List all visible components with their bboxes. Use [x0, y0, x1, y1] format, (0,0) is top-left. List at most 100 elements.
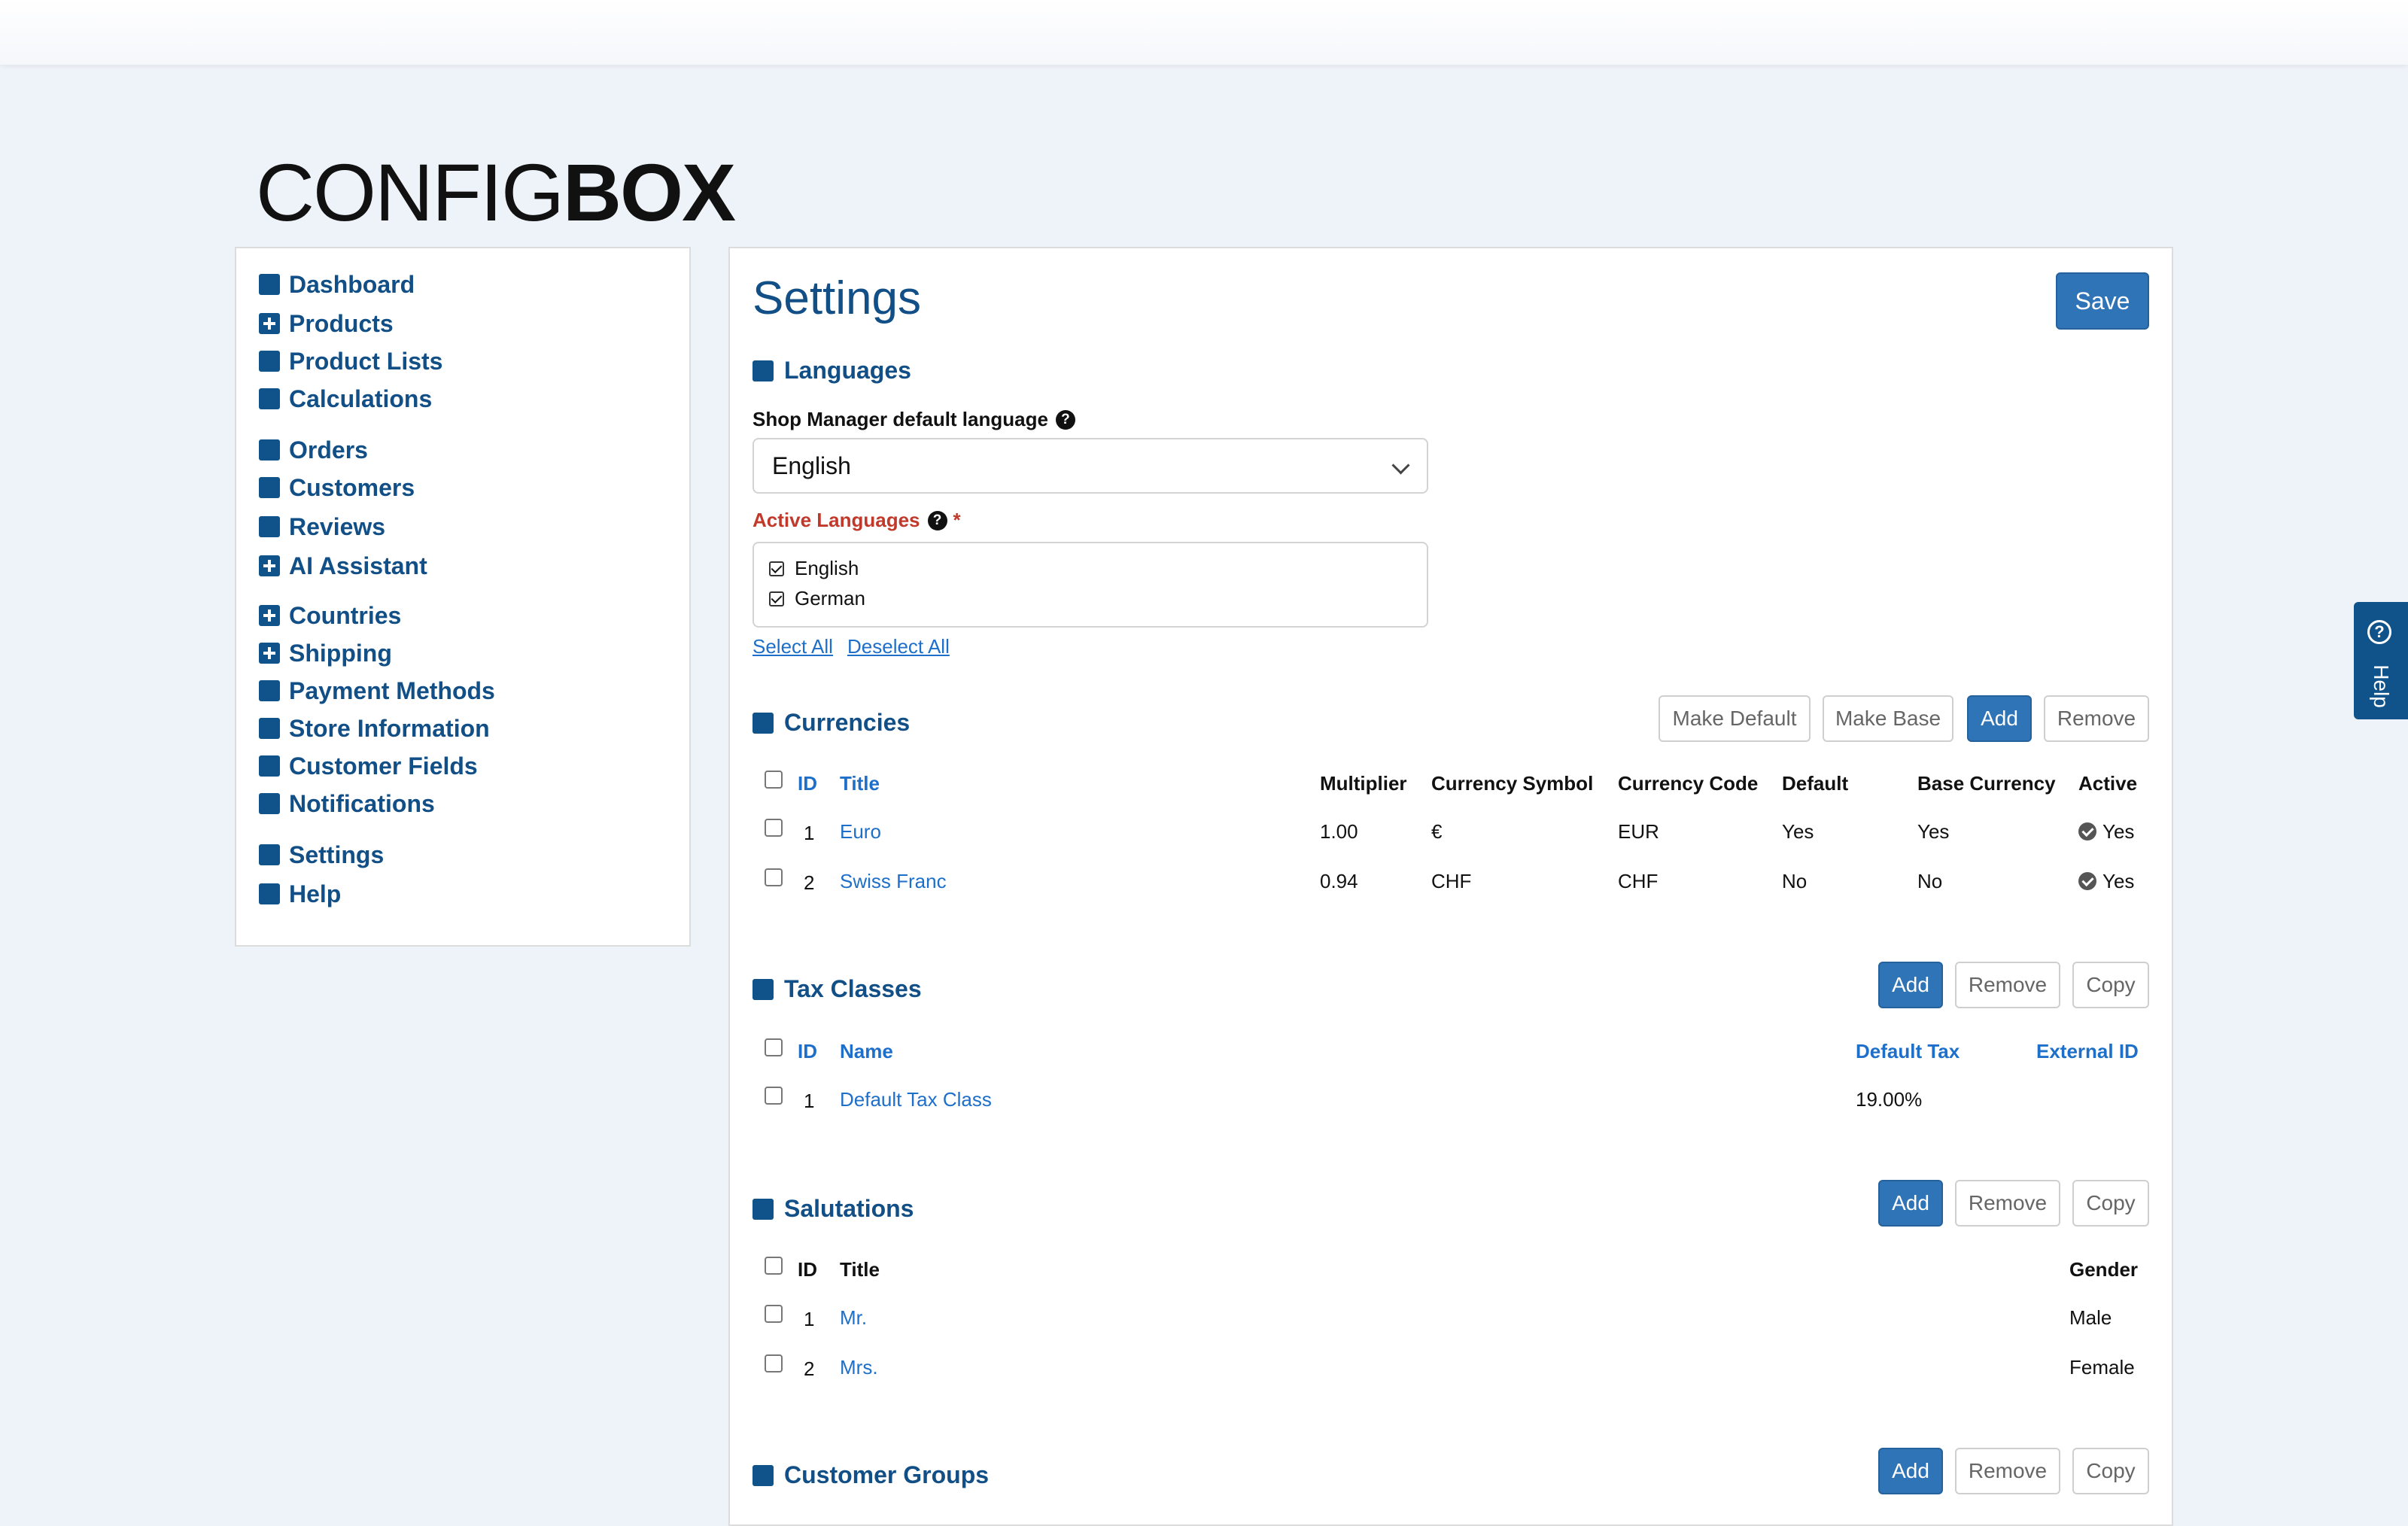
- currency-active[interactable]: Yes: [2078, 820, 2134, 844]
- currency-id: 1: [804, 822, 815, 844]
- select-all-checkbox[interactable]: [765, 771, 783, 789]
- salutation-id: 2: [804, 1357, 815, 1380]
- currency-title-link[interactable]: Swiss Franc: [840, 870, 947, 893]
- square-icon: [259, 351, 280, 372]
- sidebar-item-store-information[interactable]: Store Information: [259, 712, 490, 745]
- column-header-id[interactable]: ID: [798, 772, 817, 795]
- sidebar-item-help[interactable]: Help: [259, 877, 341, 910]
- default-language-label: Shop Manager default language?: [752, 408, 1075, 431]
- currency-id: 2: [804, 871, 815, 894]
- select-all-link[interactable]: Select All: [752, 635, 833, 658]
- currencies-heading: Currencies: [752, 709, 910, 737]
- expand-plus-icon[interactable]: [259, 555, 280, 576]
- select-all-checkbox[interactable]: [765, 1038, 783, 1056]
- row-checkbox[interactable]: [765, 1087, 783, 1105]
- default-language-select[interactable]: English: [752, 438, 1428, 494]
- save-button[interactable]: Save: [2056, 272, 2149, 330]
- customer-group-copy-button[interactable]: Copy: [2072, 1448, 2149, 1494]
- deselect-all-link[interactable]: Deselect All: [847, 635, 950, 658]
- column-header-active: Active: [2078, 772, 2138, 795]
- currency-base: Yes: [1917, 820, 1950, 843]
- row-checkbox[interactable]: [765, 819, 783, 837]
- help-side-tab[interactable]: ? Help: [2354, 602, 2408, 719]
- column-header-default-tax[interactable]: Default Tax: [1856, 1040, 1960, 1063]
- column-header-id[interactable]: ID: [798, 1040, 817, 1063]
- currency-remove-button[interactable]: Remove: [2044, 695, 2149, 742]
- currency-multiplier: 1.00: [1320, 820, 1358, 843]
- currency-code: CHF: [1618, 870, 1659, 892]
- sidebar-item-ai-assistant[interactable]: AI Assistant: [259, 549, 427, 582]
- row-checkbox[interactable]: [765, 868, 783, 886]
- salutation-title-link[interactable]: Mrs.: [840, 1356, 878, 1379]
- expand-plus-icon[interactable]: [259, 313, 280, 334]
- square-icon: [259, 755, 280, 777]
- salutation-title-link[interactable]: Mr.: [840, 1306, 867, 1330]
- column-header-name[interactable]: Name: [840, 1040, 893, 1063]
- select-all-checkbox[interactable]: [765, 1257, 783, 1275]
- currency-default: Yes: [1782, 820, 1814, 843]
- currency-base: No: [1917, 870, 1943, 892]
- column-header-currency-code: Currency Code: [1618, 772, 1759, 795]
- sidebar-item-dashboard[interactable]: Dashboard: [259, 268, 415, 301]
- sidebar-item-products[interactable]: Products: [259, 307, 394, 340]
- square-icon: [259, 793, 280, 814]
- square-icon: [259, 516, 280, 537]
- row-checkbox[interactable]: [765, 1354, 783, 1372]
- page-title: Settings: [752, 272, 922, 324]
- customer-group-remove-button[interactable]: Remove: [1955, 1448, 2060, 1494]
- top-bar: [0, 0, 2408, 65]
- sidebar: Dashboard Products Product Lists Calcula…: [235, 247, 691, 947]
- salutation-add-button[interactable]: Add: [1878, 1180, 1943, 1227]
- sidebar-item-calculations[interactable]: Calculations: [259, 382, 432, 415]
- column-header-external-id[interactable]: External ID: [2036, 1040, 2139, 1063]
- checkbox-checked[interactable]: [769, 561, 784, 576]
- square-icon: [752, 712, 774, 734]
- salutation-copy-button[interactable]: Copy: [2072, 1180, 2149, 1227]
- sidebar-item-payment-methods[interactable]: Payment Methods: [259, 674, 495, 707]
- salutation-remove-button[interactable]: Remove: [1955, 1180, 2060, 1227]
- column-header-gender: Gender: [2069, 1258, 2139, 1281]
- currency-code: EUR: [1618, 820, 1659, 843]
- currency-add-button[interactable]: Add: [1967, 695, 2032, 742]
- expand-plus-icon[interactable]: [259, 605, 280, 626]
- language-option-english[interactable]: English: [769, 557, 859, 580]
- sidebar-item-customers[interactable]: Customers: [259, 471, 415, 504]
- sidebar-item-notifications[interactable]: Notifications: [259, 787, 435, 820]
- checkbox-checked[interactable]: [769, 591, 784, 606]
- salutation-gender: Female: [2069, 1356, 2135, 1379]
- column-header-id: ID: [798, 1258, 817, 1281]
- square-icon: [259, 680, 280, 701]
- help-question-icon[interactable]: ?: [927, 510, 947, 530]
- chevron-down-icon: [1391, 456, 1410, 475]
- required-marker: *: [953, 509, 961, 531]
- help-question-icon[interactable]: ?: [1055, 409, 1075, 430]
- sidebar-item-orders[interactable]: Orders: [259, 433, 368, 467]
- square-icon: [259, 883, 280, 904]
- sidebar-item-settings[interactable]: Settings: [259, 838, 384, 871]
- square-icon: [752, 1198, 774, 1220]
- check-circle-icon: [2078, 822, 2096, 841]
- sidebar-item-shipping[interactable]: Shipping: [259, 637, 392, 670]
- tax-remove-button[interactable]: Remove: [1955, 962, 2060, 1008]
- tax-add-button[interactable]: Add: [1878, 962, 1943, 1008]
- column-header-title[interactable]: Title: [840, 772, 880, 795]
- make-base-button[interactable]: Make Base: [1823, 695, 1953, 742]
- expand-plus-icon[interactable]: [259, 643, 280, 664]
- customer-group-add-button[interactable]: Add: [1878, 1448, 1943, 1494]
- sidebar-item-customer-fields[interactable]: Customer Fields: [259, 749, 478, 783]
- sidebar-item-countries[interactable]: Countries: [259, 599, 401, 632]
- currency-title-link[interactable]: Euro: [840, 820, 881, 844]
- square-icon: [259, 844, 280, 865]
- tax-classes-heading: Tax Classes: [752, 975, 922, 1003]
- column-header-base-currency: Base Currency: [1917, 772, 2056, 795]
- sidebar-item-product-lists[interactable]: Product Lists: [259, 345, 442, 378]
- currency-multiplier: 0.94: [1320, 870, 1358, 892]
- currency-symbol: €: [1431, 820, 1443, 843]
- row-checkbox[interactable]: [765, 1305, 783, 1323]
- currency-active[interactable]: Yes: [2078, 870, 2134, 893]
- tax-class-name-link[interactable]: Default Tax Class: [840, 1088, 992, 1111]
- make-default-button[interactable]: Make Default: [1659, 695, 1811, 742]
- tax-copy-button[interactable]: Copy: [2072, 962, 2149, 1008]
- sidebar-item-reviews[interactable]: Reviews: [259, 510, 385, 543]
- language-option-german[interactable]: German: [769, 587, 865, 610]
